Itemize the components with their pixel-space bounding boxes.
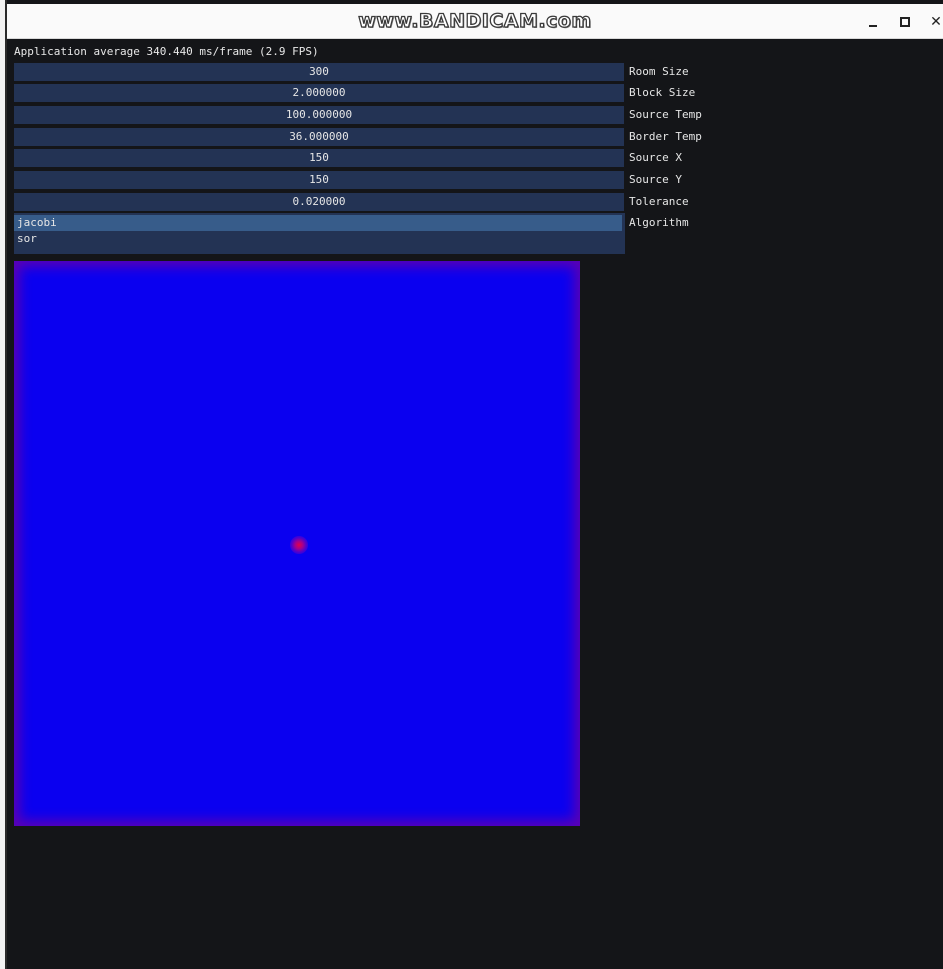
source-y-label: Source Y [629,173,682,186]
room-size-label: Room Size [629,65,689,78]
maximize-icon [900,17,910,27]
tolerance-label: Tolerance [629,195,689,208]
minimize-icon [869,25,877,27]
block-size-label: Block Size [629,86,696,99]
fps-readout: Application average 340.440 ms/frame (2.… [14,45,319,58]
source-x-label: Source X [629,151,682,164]
title-bar[interactable]: www.BANDICAM.com ✕ [7,4,943,39]
bandicam-watermark: www.BANDICAM.com [358,9,592,32]
minimize-button[interactable] [863,12,883,32]
maximize-button[interactable] [895,12,915,32]
source-temp-label: Source Temp [629,108,702,121]
border-temp-label: Border Temp [629,130,702,143]
source-y-input[interactable]: 150 [14,171,624,189]
algorithm-listbox[interactable]: jacobi sor [14,213,625,254]
algorithm-option-jacobi[interactable]: jacobi [14,215,622,231]
room-size-input[interactable]: 300 [14,63,624,81]
heat-source-spot [290,536,308,554]
block-size-input[interactable]: 2.000000 [14,84,624,102]
tolerance-input[interactable]: 0.020000 [14,193,624,211]
algorithm-label: Algorithm [629,216,689,229]
close-icon: ✕ [930,14,942,30]
heat-map-canvas [14,261,580,826]
app-window: www.BANDICAM.com ✕ Application average 3… [0,0,943,969]
border-temp-input[interactable]: 36.000000 [14,128,624,146]
source-x-input[interactable]: 150 [14,149,624,167]
source-temp-input[interactable]: 100.000000 [14,106,624,124]
background-window-edge [0,0,7,969]
algorithm-option-sor[interactable]: sor [14,231,622,247]
close-button[interactable]: ✕ [926,12,943,32]
